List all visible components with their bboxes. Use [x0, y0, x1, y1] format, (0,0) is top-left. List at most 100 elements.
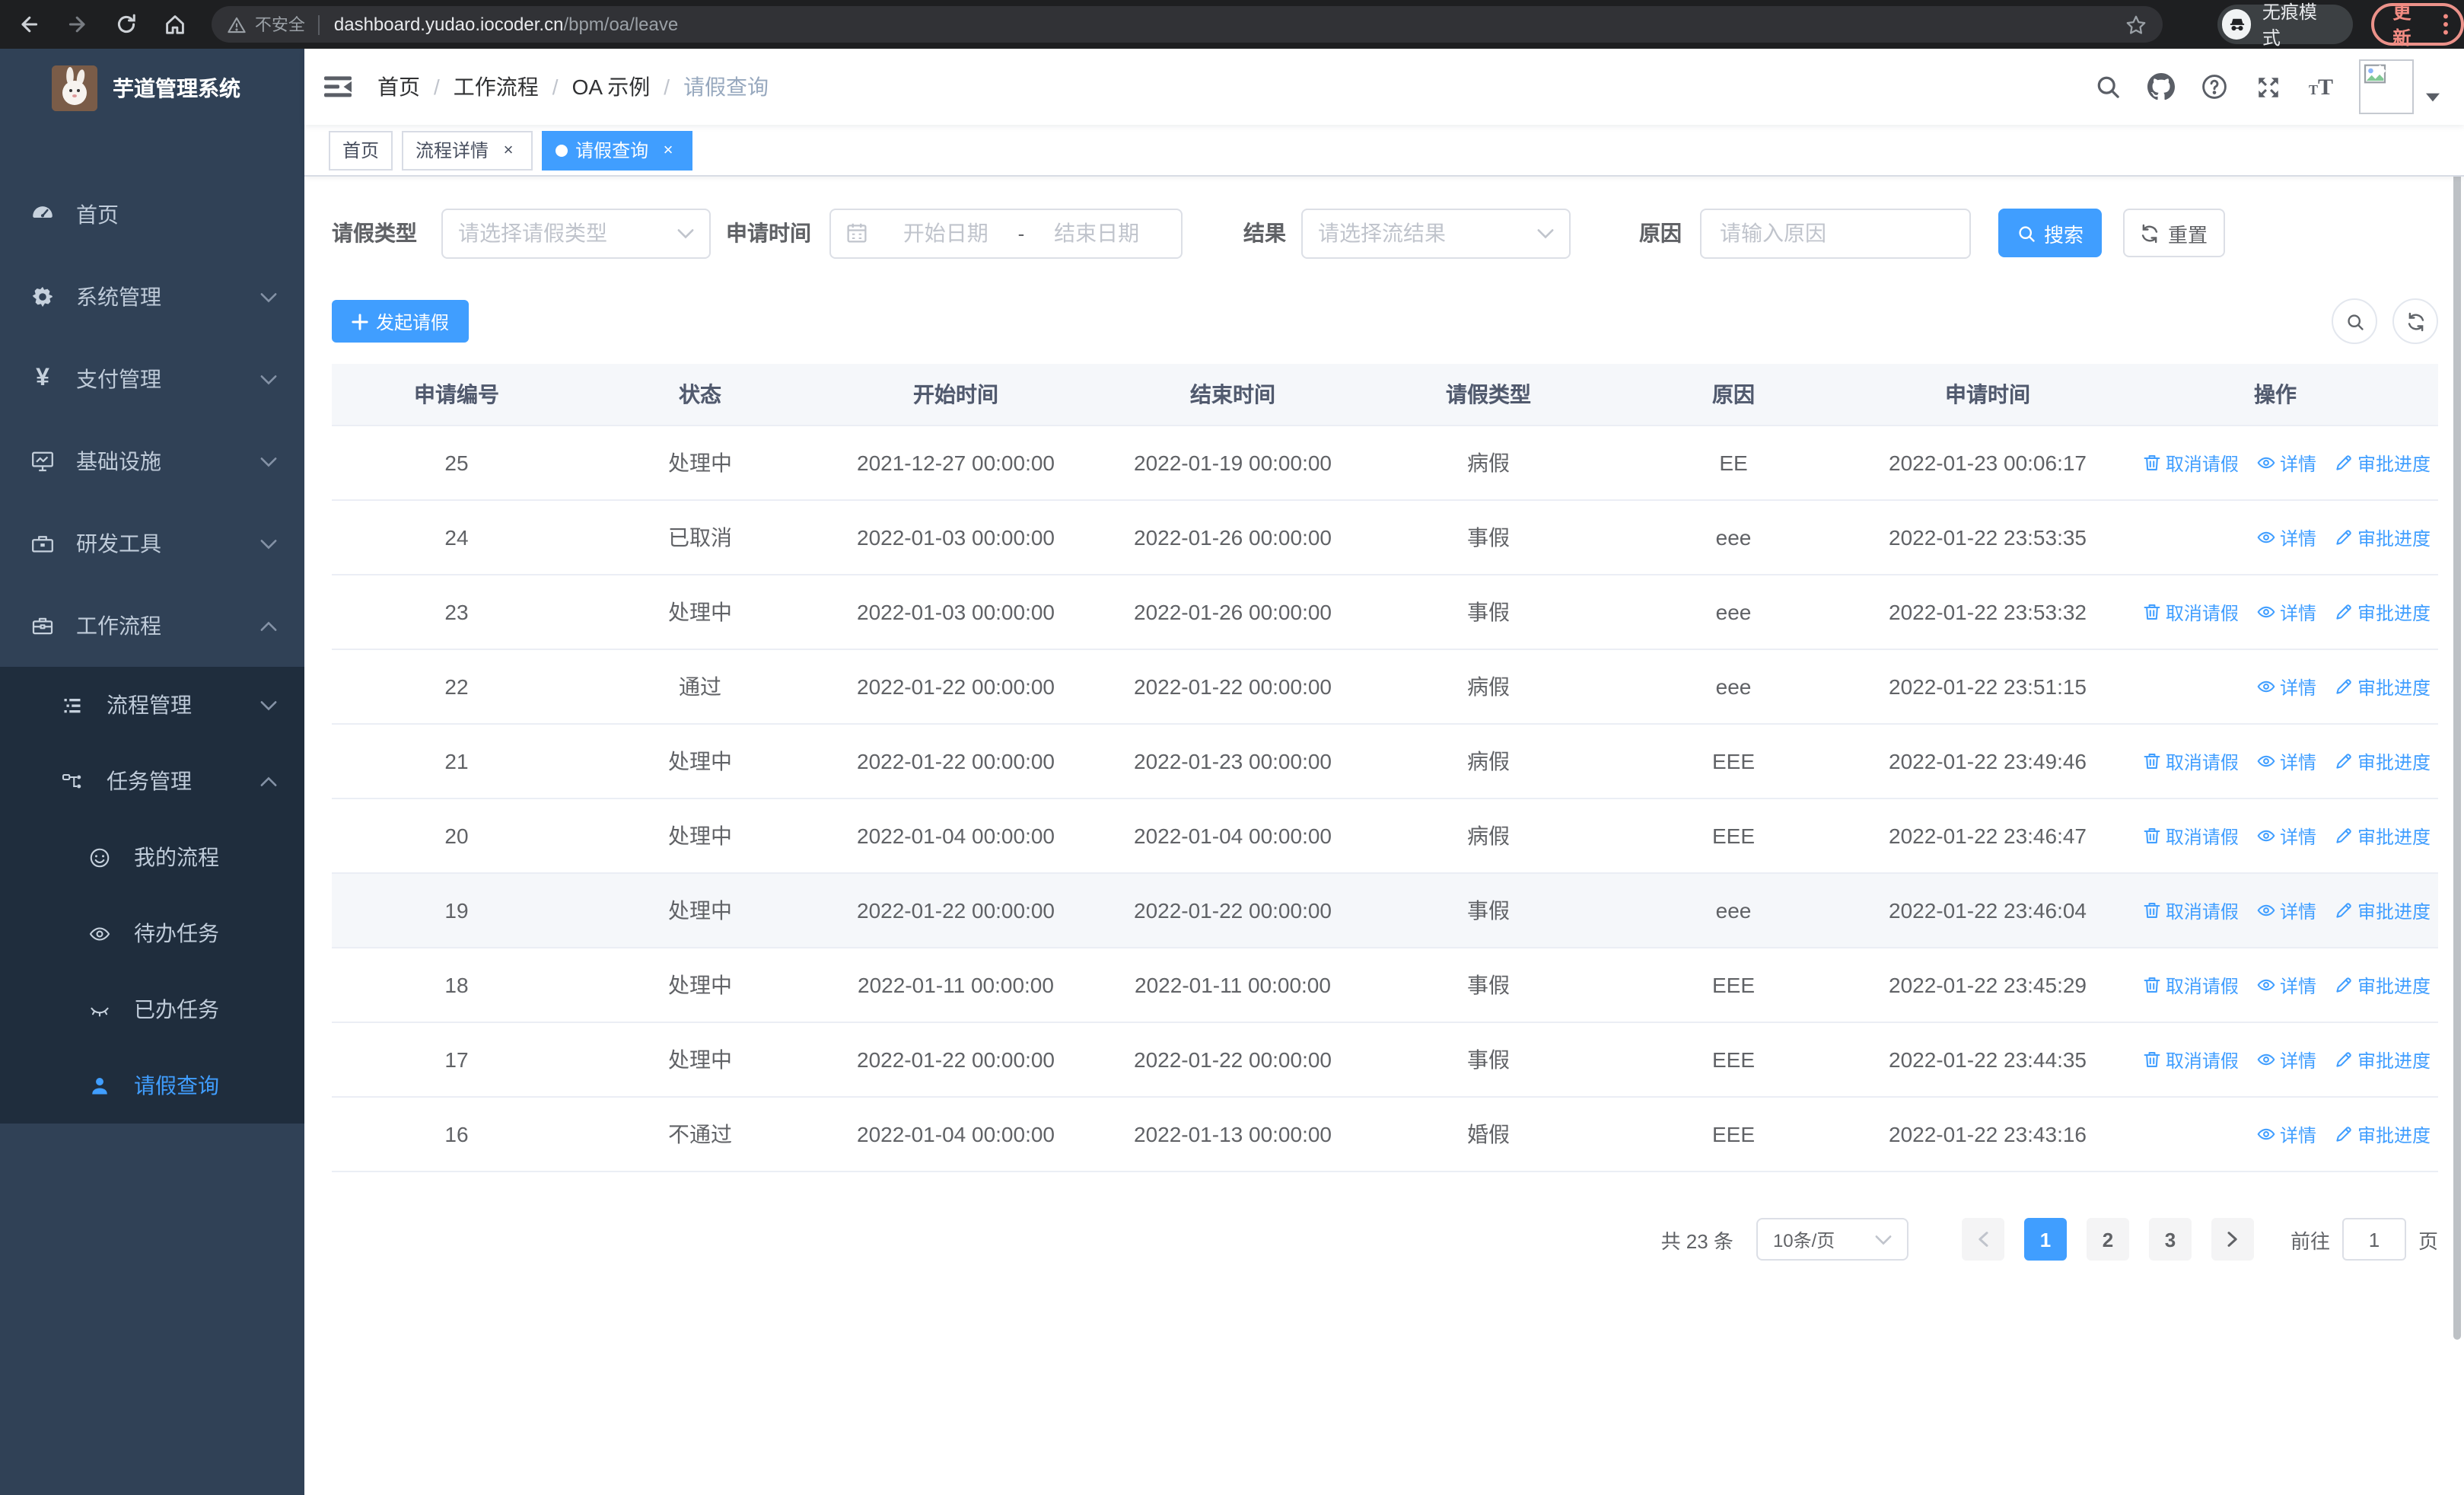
show-search-button[interactable]	[2332, 298, 2377, 344]
prev-page-button[interactable]	[1961, 1218, 2004, 1261]
warning-icon[interactable]	[228, 14, 247, 34]
action-cancel-link[interactable]: 取消请假	[2143, 599, 2239, 625]
action-progress-link[interactable]: 审批进度	[2335, 823, 2431, 849]
logo[interactable]: 芋道管理系统	[0, 49, 304, 128]
sidebar-item-系统管理[interactable]: 系统管理	[0, 256, 304, 338]
sidebar-item-已办任务[interactable]: 已办任务	[0, 971, 304, 1047]
reason-input[interactable]	[1717, 219, 1954, 247]
kebab-menu-icon[interactable]	[2443, 14, 2449, 35]
breadcrumb-item[interactable]: 工作流程	[454, 72, 539, 102]
update-label[interactable]: 更新	[2392, 0, 2429, 50]
sidebar-item-基础设施[interactable]: 基础设施	[0, 420, 304, 502]
user-avatar[interactable]	[2359, 59, 2414, 114]
action-cancel-link[interactable]: 取消请假	[2143, 897, 2239, 923]
action-cancel-link[interactable]: 取消请假	[2143, 450, 2239, 476]
refresh-table-button[interactable]	[2392, 298, 2438, 344]
cell-status: 处理中	[668, 749, 732, 773]
reset-button[interactable]: 重置	[2123, 209, 2225, 257]
page-button-1[interactable]: 1	[2023, 1218, 2067, 1261]
sidebar-item-首页[interactable]: 首页	[0, 174, 304, 256]
back-button[interactable]	[9, 5, 49, 44]
goto-page-input[interactable]	[2341, 1218, 2406, 1261]
eye-icon	[2257, 528, 2275, 547]
sidebar-item-待办任务[interactable]: 待办任务	[0, 895, 304, 971]
page-button-3[interactable]: 3	[2148, 1218, 2192, 1261]
action-detail-link[interactable]: 详情	[2257, 897, 2316, 923]
page-size-select[interactable]: 10条/页	[1756, 1218, 1908, 1261]
action-cancel-link[interactable]: 取消请假	[2143, 972, 2239, 998]
page-button-2[interactable]: 2	[2086, 1218, 2129, 1261]
action-detail-link[interactable]: 详情	[2257, 1121, 2316, 1147]
action-detail-link[interactable]: 详情	[2257, 674, 2316, 700]
tab-首页[interactable]: 首页	[329, 130, 393, 170]
update-button[interactable]: 更新	[2371, 2, 2464, 49]
table-row[interactable]: 22 通过 2022-01-22 00:00:00 2022-01-22 00:00:…	[332, 650, 2438, 725]
reload-button[interactable]	[106, 5, 145, 44]
close-icon[interactable]: ×	[498, 139, 519, 161]
github-button[interactable]	[2147, 73, 2175, 100]
table-row[interactable]: 19 处理中 2022-01-22 00:00:00 2022-01-22 00:00…	[332, 874, 2438, 948]
action-progress-link[interactable]: 审批进度	[2335, 599, 2431, 625]
action-progress-link[interactable]: 审批进度	[2335, 748, 2431, 774]
apply-time-range-picker[interactable]: -	[829, 208, 1183, 258]
table-row[interactable]: 23 处理中 2022-01-03 00:00:00 2022-01-26 00:00…	[332, 575, 2438, 650]
action-cancel-link[interactable]: 取消请假	[2143, 823, 2239, 849]
close-icon[interactable]: ×	[657, 139, 679, 161]
fullscreen-button[interactable]	[2254, 73, 2281, 100]
result-select[interactable]: 请选择流结果	[1301, 208, 1571, 258]
tab-流程详情[interactable]: 流程详情 ×	[402, 130, 533, 170]
action-detail-link[interactable]: 详情	[2257, 524, 2316, 550]
sidebar-item-任务管理[interactable]: 任务管理	[0, 743, 304, 819]
action-progress-link[interactable]: 审批进度	[2335, 1047, 2431, 1073]
caret-down-icon[interactable]	[2426, 93, 2440, 102]
table-row[interactable]: 21 处理中 2022-01-22 00:00:00 2022-01-23 00:00…	[332, 725, 2438, 799]
sidebar-item-请假查询[interactable]: 请假查询	[0, 1047, 304, 1124]
cell-start-time: 2022-01-11 00:00:00	[858, 973, 1054, 997]
table-row[interactable]: 18 处理中 2022-01-11 00:00:00 2022-01-11 00:00…	[332, 948, 2438, 1023]
table-row[interactable]: 16 不通过 2022-01-04 00:00:00 2022-01-13 00:00…	[332, 1098, 2438, 1172]
action-progress-link[interactable]: 审批进度	[2335, 897, 2431, 923]
table-row[interactable]: 17 处理中 2022-01-22 00:00:00 2022-01-22 00:00…	[332, 1023, 2438, 1098]
next-page-button[interactable]	[2211, 1218, 2254, 1261]
action-detail-link[interactable]: 详情	[2257, 823, 2316, 849]
action-cancel-link[interactable]: 取消请假	[2143, 748, 2239, 774]
create-leave-button[interactable]: 发起请假	[332, 300, 470, 343]
action-detail-link[interactable]: 详情	[2257, 972, 2316, 998]
sidebar-item-支付管理[interactable]: ¥ 支付管理	[0, 338, 304, 420]
sidebar-item-流程管理[interactable]: 流程管理	[0, 667, 304, 743]
scrollbar[interactable]	[2453, 52, 2461, 1340]
sidebar-item-工作流程[interactable]: 工作流程	[0, 585, 304, 667]
action-progress-link[interactable]: 审批进度	[2335, 674, 2431, 700]
action-detail-link[interactable]: 详情	[2257, 748, 2316, 774]
font-size-button[interactable]: TT	[2307, 73, 2335, 100]
action-detail-link[interactable]: 详情	[2257, 599, 2316, 625]
sidebar-item-我的流程[interactable]: 我的流程	[0, 819, 304, 895]
action-cancel-link[interactable]: 取消请假	[2143, 1047, 2239, 1073]
sidebar-item-研发工具[interactable]: 研发工具	[0, 502, 304, 585]
search-button[interactable]: 搜索	[1998, 209, 2102, 257]
action-detail-link[interactable]: 详情	[2257, 450, 2316, 476]
action-progress-link[interactable]: 审批进度	[2335, 972, 2431, 998]
action-progress-link[interactable]: 审批进度	[2335, 1121, 2431, 1147]
leave-type-select[interactable]: 请选择请假类型	[441, 208, 711, 258]
table-row[interactable]: 20 处理中 2022-01-04 00:00:00 2022-01-04 00:00…	[332, 799, 2438, 874]
start-date-input[interactable]	[877, 219, 1015, 247]
breadcrumb-item[interactable]: 首页	[377, 72, 420, 102]
forward-button[interactable]	[58, 5, 97, 44]
breadcrumb-item[interactable]: OA 示例	[572, 72, 651, 102]
table-row[interactable]: 25 处理中 2021-12-27 00:00:00 2022-01-19 00:00…	[332, 426, 2438, 501]
action-detail-link[interactable]: 详情	[2257, 1047, 2316, 1073]
cell-apply-time: 2022-01-22 23:44:35	[1889, 1047, 2087, 1072]
address-bar[interactable]: 不安全 dashboard.yudao.iocoder.cn/bpm/oa/le…	[212, 6, 2163, 43]
action-progress-link[interactable]: 审批进度	[2335, 450, 2431, 476]
hamburger-icon[interactable]	[323, 72, 353, 102]
table-row[interactable]: 24 已取消 2022-01-03 00:00:00 2022-01-26 00:00…	[332, 501, 2438, 575]
help-button[interactable]	[2201, 73, 2228, 100]
home-button[interactable]	[154, 5, 194, 44]
star-icon[interactable]	[2124, 13, 2147, 36]
security-label[interactable]: 不安全	[255, 12, 305, 37]
tab-请假查询[interactable]: 请假查询 ×	[542, 130, 693, 170]
end-date-input[interactable]	[1027, 219, 1166, 247]
action-progress-link[interactable]: 审批进度	[2335, 524, 2431, 550]
header-search-button[interactable]	[2094, 73, 2122, 100]
